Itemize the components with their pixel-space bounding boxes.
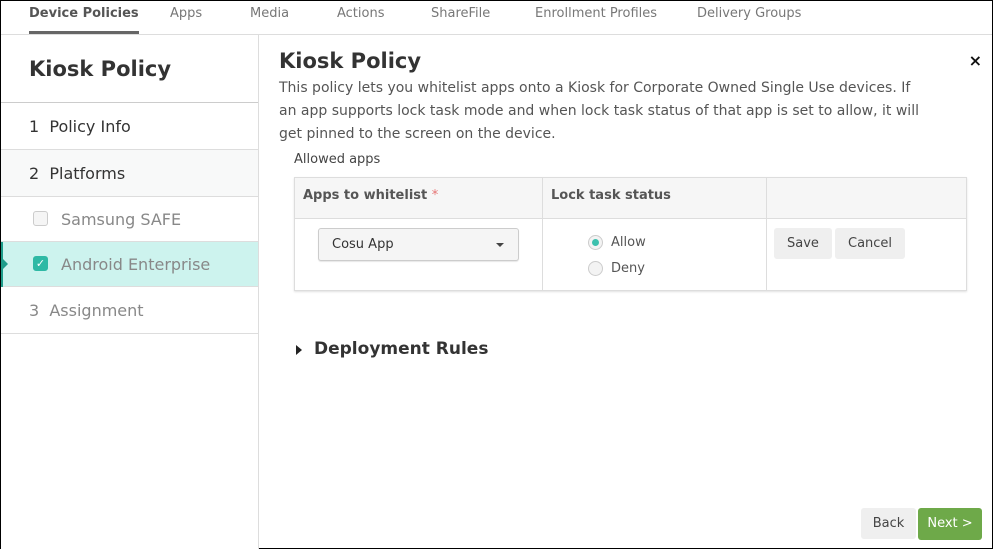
tab-actions[interactable]: Actions xyxy=(337,1,385,35)
tab-device-policies[interactable]: Device Policies xyxy=(29,1,139,34)
table-header: Apps to whitelist * Lock task status xyxy=(295,178,966,219)
step-number: 3 xyxy=(29,301,40,320)
column-divider xyxy=(542,178,543,290)
allow-radio[interactable] xyxy=(588,235,603,250)
top-navigation: Device Policies Apps Media Actions Share… xyxy=(1,1,992,35)
step-label: Policy Info xyxy=(49,117,131,136)
tab-delivery-groups[interactable]: Delivery Groups xyxy=(697,1,801,35)
page-title: Kiosk Policy xyxy=(279,49,422,73)
sidebar-step-platforms[interactable]: 2 Platforms xyxy=(1,150,258,197)
tab-enrollment-profiles[interactable]: Enrollment Profiles xyxy=(535,1,657,35)
main-panel: × Kiosk Policy This policy lets you whit… xyxy=(260,35,992,549)
header-label: Apps to whitelist xyxy=(303,188,428,203)
android-enterprise-checkbox[interactable]: ✓ xyxy=(33,256,48,271)
sidebar-platform-samsung-safe[interactable]: Samsung SAFE xyxy=(1,197,258,242)
tab-media[interactable]: Media xyxy=(250,1,289,35)
app-select-dropdown[interactable]: Cosu App xyxy=(318,228,519,261)
allowed-apps-table: Apps to whitelist * Lock task status Cos… xyxy=(294,177,967,291)
allowed-apps-label: Allowed apps xyxy=(294,152,381,167)
radio-label: Deny xyxy=(611,261,645,276)
required-marker: * xyxy=(431,188,439,203)
samsung-safe-checkbox[interactable] xyxy=(33,211,48,226)
step-number: 2 xyxy=(29,164,40,183)
column-divider xyxy=(766,178,767,290)
sidebar-step-policy-info[interactable]: 1 Policy Info xyxy=(1,103,258,150)
platform-label: Samsung SAFE xyxy=(61,210,182,229)
selection-arrow-icon xyxy=(3,259,8,269)
radio-label: Allow xyxy=(611,235,646,250)
expand-triangle-icon xyxy=(296,345,302,355)
step-label: Assignment xyxy=(49,301,144,320)
platform-label: Android Enterprise xyxy=(61,255,211,274)
deployment-rules-label: Deployment Rules xyxy=(314,339,489,359)
sidebar-platform-android-enterprise[interactable]: ✓ Android Enterprise xyxy=(1,242,258,287)
wizard-sidebar: Kiosk Policy 1 Policy Info 2 Platforms S… xyxy=(1,35,259,549)
next-button[interactable]: Next > xyxy=(918,508,982,540)
deployment-rules-toggle[interactable]: Deployment Rules xyxy=(296,339,488,359)
header-lock-task-status: Lock task status xyxy=(551,188,671,203)
close-icon[interactable]: × xyxy=(969,51,982,70)
chevron-down-icon xyxy=(496,243,504,247)
step-label: Platforms xyxy=(49,164,126,183)
header-apps-to-whitelist: Apps to whitelist * xyxy=(303,188,438,203)
back-button[interactable]: Back xyxy=(861,508,916,539)
sidebar-title: Kiosk Policy xyxy=(1,35,258,103)
selected-app: Cosu App xyxy=(332,237,394,252)
deny-radio[interactable] xyxy=(588,261,603,276)
policy-description: This policy lets you whitelist apps onto… xyxy=(279,80,919,142)
save-button[interactable]: Save xyxy=(774,228,832,259)
cancel-button[interactable]: Cancel xyxy=(835,228,906,259)
tab-apps[interactable]: Apps xyxy=(170,1,202,35)
sidebar-step-assignment[interactable]: 3 Assignment xyxy=(1,287,258,334)
tab-sharefile[interactable]: ShareFile xyxy=(431,1,490,35)
step-number: 1 xyxy=(29,117,40,136)
